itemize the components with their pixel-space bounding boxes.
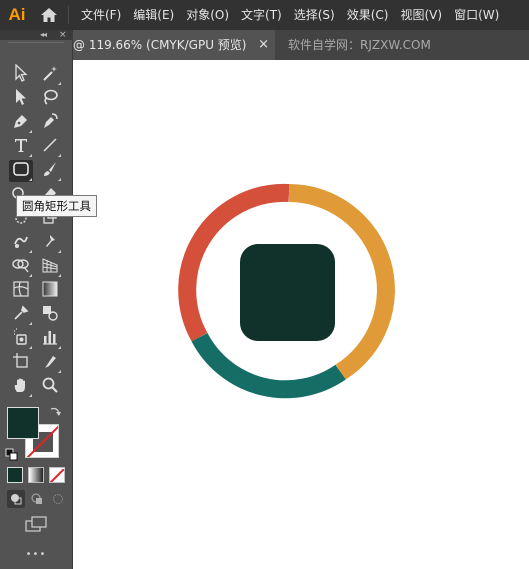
- paintbrush-tool[interactable]: [38, 160, 62, 182]
- home-icon[interactable]: [34, 0, 64, 30]
- warp-tool[interactable]: [9, 232, 33, 254]
- color-mode-button[interactable]: [7, 467, 23, 483]
- selection-tool-icon: [13, 63, 29, 86]
- column-graph-icon: [41, 328, 59, 350]
- draw-inside-icon[interactable]: [49, 490, 67, 508]
- close-icon[interactable]: ×: [258, 30, 269, 60]
- eyedropper-icon: [12, 304, 30, 326]
- menu-view[interactable]: 视图(V): [394, 0, 448, 30]
- tooltip: 圆角矩形工具: [16, 195, 97, 217]
- rounded-rectangle-tool[interactable]: [9, 160, 33, 182]
- menu-edit[interactable]: 编辑(E): [127, 0, 180, 30]
- eyedropper-tool[interactable]: [9, 304, 33, 326]
- document-tab-title: @ 119.66% (CMYK/GPU 预览): [73, 38, 247, 52]
- gradient-icon: [41, 280, 59, 302]
- artboard-canvas[interactable]: [73, 60, 529, 569]
- artwork: [178, 183, 395, 399]
- lasso-tool[interactable]: [38, 88, 62, 110]
- zoom-icon: [41, 376, 59, 398]
- document-tab[interactable]: @ 119.66% (CMYK/GPU 预览) ×: [73, 30, 275, 60]
- menu-effect[interactable]: 效果(C): [341, 0, 395, 30]
- edit-toolbar-button[interactable]: •••: [0, 549, 72, 560]
- menu-object[interactable]: 对象(O): [180, 0, 235, 30]
- swap-fill-stroke-icon[interactable]: [48, 404, 62, 423]
- lasso-icon: [41, 88, 59, 110]
- mesh-icon: [12, 280, 30, 302]
- direct-selection-tool[interactable]: [9, 88, 33, 110]
- menu-divider: [68, 6, 69, 24]
- blend-icon: [41, 304, 59, 326]
- artboard-tool[interactable]: [9, 352, 33, 374]
- panel-grip[interactable]: [8, 42, 64, 49]
- screen-mode-icon[interactable]: [24, 515, 48, 537]
- menu-bar: Ai 文件(F) 编辑(E) 对象(O) 文字(T) 选择(S) 效果(C) 视…: [0, 0, 529, 30]
- tools-panel-header[interactable]: ◂◂ ×: [0, 30, 72, 40]
- menu-file[interactable]: 文件(F): [75, 0, 127, 30]
- curvature-icon: [41, 112, 59, 134]
- slice-icon: [41, 352, 59, 374]
- paintbrush-icon: [41, 160, 59, 182]
- menu-window[interactable]: 窗口(W): [448, 0, 505, 30]
- puppet-warp-tool[interactable]: [38, 232, 62, 254]
- collapse-icon[interactable]: ◂◂: [40, 30, 47, 40]
- blend-tool[interactable]: [38, 304, 62, 326]
- selection-tool[interactable]: [9, 63, 33, 86]
- close-panel-icon[interactable]: ×: [59, 30, 67, 40]
- gradient-tool[interactable]: [38, 280, 62, 302]
- puppet-warp-icon: [41, 232, 59, 254]
- type-tool[interactable]: [9, 136, 33, 158]
- symbol-sprayer-tool[interactable]: [9, 328, 33, 350]
- app-logo: Ai: [8, 5, 26, 24]
- magic-wand-tool[interactable]: [38, 64, 62, 86]
- type-icon: [13, 136, 29, 158]
- gradient-mode-button[interactable]: [28, 467, 44, 483]
- line-segment-tool[interactable]: [38, 136, 62, 158]
- fill-swatch[interactable]: [7, 407, 39, 439]
- draw-behind-icon[interactable]: [28, 490, 46, 508]
- draw-normal-icon[interactable]: [7, 490, 25, 508]
- menu-type[interactable]: 文字(T): [235, 0, 288, 30]
- direct-selection-icon: [13, 88, 29, 110]
- zoom-tool[interactable]: [38, 376, 62, 398]
- hand-tool[interactable]: [9, 376, 33, 398]
- symbol-sprayer-icon: [12, 328, 30, 350]
- document-tab-bar: @ 119.66% (CMYK/GPU 预览) × 软件自学网：RJZXW.CO…: [73, 30, 529, 60]
- shape-builder-icon: [11, 256, 31, 278]
- warp-icon: [12, 232, 30, 254]
- slice-tool[interactable]: [38, 352, 62, 374]
- ring-segment-teal[interactable]: [191, 332, 346, 399]
- default-colors-icon[interactable]: [5, 447, 19, 466]
- none-mode-button[interactable]: [49, 467, 65, 483]
- artboard-icon: [12, 352, 30, 374]
- line-segment-icon: [41, 136, 59, 158]
- pen-icon: [12, 112, 30, 134]
- perspective-grid-tool[interactable]: [38, 256, 62, 278]
- rounded-square-shape[interactable]: [240, 244, 335, 341]
- pen-tool[interactable]: [9, 112, 33, 134]
- magic-wand-icon: [41, 64, 59, 86]
- hand-icon: [12, 376, 30, 398]
- perspective-grid-icon: [41, 256, 59, 278]
- curvature-tool[interactable]: [38, 112, 62, 134]
- menu-select[interactable]: 选择(S): [288, 0, 341, 30]
- shape-builder-tool[interactable]: [9, 256, 33, 278]
- watermark-text: 软件自学网：RJZXW.COM: [288, 38, 431, 52]
- tools-panel: ◂◂ × •••: [0, 30, 73, 569]
- rounded-rectangle-icon: [12, 161, 30, 181]
- column-graph-tool[interactable]: [38, 328, 62, 350]
- mesh-tool[interactable]: [9, 280, 33, 302]
